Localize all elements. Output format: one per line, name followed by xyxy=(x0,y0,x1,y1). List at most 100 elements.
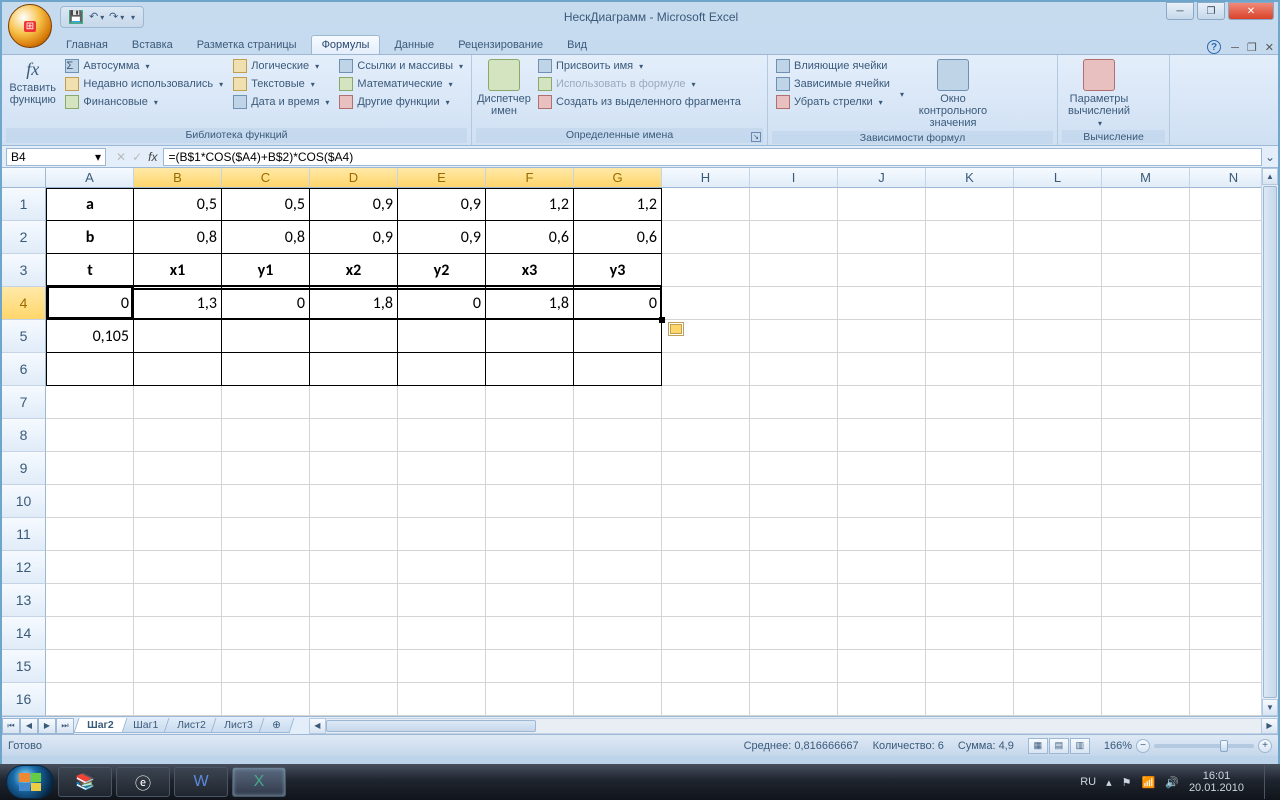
row-header[interactable]: 8 xyxy=(2,419,46,452)
cell[interactable] xyxy=(750,683,838,716)
cell[interactable] xyxy=(486,452,574,485)
cell[interactable] xyxy=(926,650,1014,683)
name-box[interactable]: B4▾ xyxy=(6,148,106,166)
col-header[interactable]: B xyxy=(134,168,222,188)
row-header[interactable]: 5 xyxy=(2,320,46,353)
row-header[interactable]: 13 xyxy=(2,584,46,617)
cell[interactable] xyxy=(926,353,1014,386)
enter-formula-icon[interactable]: ✓ xyxy=(132,150,142,164)
col-header[interactable]: K xyxy=(926,168,1014,188)
cell[interactable]: 0,9 xyxy=(398,188,486,221)
taskbar-ie-icon[interactable]: ⓔ xyxy=(116,767,170,797)
cell[interactable]: 1,2 xyxy=(574,188,662,221)
cell[interactable] xyxy=(398,518,486,551)
cell[interactable] xyxy=(926,188,1014,221)
math-button[interactable]: Математические xyxy=(335,75,467,93)
cell[interactable] xyxy=(750,287,838,320)
cell[interactable] xyxy=(750,452,838,485)
cell[interactable] xyxy=(926,584,1014,617)
sheet-tab-shag2[interactable]: Шаг2 xyxy=(74,718,127,733)
cell[interactable] xyxy=(1014,287,1102,320)
cell[interactable]: 0 xyxy=(46,287,134,320)
row-header[interactable]: 12 xyxy=(2,551,46,584)
use-in-formula-button[interactable]: Использовать в формуле xyxy=(534,75,745,93)
cell[interactable] xyxy=(662,683,750,716)
row-header[interactable]: 7 xyxy=(2,386,46,419)
cell[interactable]: x3 xyxy=(486,254,574,287)
cell[interactable] xyxy=(926,386,1014,419)
cell[interactable] xyxy=(310,551,398,584)
cell[interactable] xyxy=(926,617,1014,650)
cell[interactable]: 1,8 xyxy=(310,287,398,320)
cancel-formula-icon[interactable]: ✕ xyxy=(116,150,126,164)
help-icon[interactable]: ? xyxy=(1207,40,1221,54)
cell[interactable] xyxy=(838,221,926,254)
cell[interactable]: y3 xyxy=(574,254,662,287)
save-icon[interactable]: 💾 xyxy=(69,10,83,24)
row-header[interactable]: 1 xyxy=(2,188,46,221)
cell[interactable]: 0,105 xyxy=(46,320,134,353)
cell[interactable] xyxy=(574,518,662,551)
row-header[interactable]: 14 xyxy=(2,617,46,650)
cell[interactable]: 0,5 xyxy=(222,188,310,221)
cell[interactable] xyxy=(486,320,574,353)
cell[interactable] xyxy=(46,683,134,716)
cell[interactable] xyxy=(486,353,574,386)
col-header[interactable]: A xyxy=(46,168,134,188)
cell[interactable]: 0,9 xyxy=(310,188,398,221)
cell[interactable]: 1,8 xyxy=(486,287,574,320)
cell[interactable] xyxy=(1102,287,1190,320)
cell[interactable] xyxy=(1014,419,1102,452)
cell[interactable] xyxy=(662,188,750,221)
cell[interactable] xyxy=(486,386,574,419)
show-desktop-button[interactable] xyxy=(1264,765,1274,799)
new-sheet-tab-icon[interactable]: ⊕ xyxy=(259,718,295,733)
cell[interactable] xyxy=(1014,221,1102,254)
autosum-button[interactable]: ΣАвтосумма xyxy=(61,57,227,75)
scroll-right-icon[interactable]: ▶ xyxy=(1261,718,1278,734)
cell[interactable] xyxy=(662,650,750,683)
cell[interactable] xyxy=(310,584,398,617)
cell[interactable] xyxy=(1102,353,1190,386)
cell[interactable] xyxy=(574,452,662,485)
cell[interactable]: 0,6 xyxy=(574,221,662,254)
zoom-level[interactable]: 166% xyxy=(1104,740,1132,752)
tab-nav-prev-icon[interactable]: ◀ xyxy=(20,718,38,734)
zoom-slider[interactable] xyxy=(1154,744,1254,748)
cell[interactable] xyxy=(46,551,134,584)
cell[interactable] xyxy=(46,353,134,386)
defined-names-launcher-icon[interactable]: ↘ xyxy=(751,132,761,142)
col-header[interactable]: I xyxy=(750,168,838,188)
fx-icon[interactable]: fx xyxy=(148,150,157,164)
cell[interactable]: 0,9 xyxy=(398,221,486,254)
cell[interactable] xyxy=(486,485,574,518)
cell[interactable] xyxy=(926,452,1014,485)
more-functions-button[interactable]: Другие функции xyxy=(335,93,467,111)
cell[interactable] xyxy=(46,518,134,551)
col-header[interactable]: D xyxy=(310,168,398,188)
cell[interactable] xyxy=(310,518,398,551)
col-header[interactable]: C xyxy=(222,168,310,188)
cell[interactable] xyxy=(222,584,310,617)
taskbar-excel-icon[interactable]: X xyxy=(232,767,286,797)
financial-button[interactable]: Финансовые xyxy=(61,93,227,111)
cell[interactable] xyxy=(1102,386,1190,419)
cell[interactable] xyxy=(838,386,926,419)
cell[interactable] xyxy=(1102,551,1190,584)
cell[interactable] xyxy=(838,551,926,584)
cell[interactable] xyxy=(662,584,750,617)
cell[interactable] xyxy=(662,419,750,452)
view-normal-icon[interactable]: ▦ xyxy=(1028,738,1048,754)
cell[interactable] xyxy=(750,221,838,254)
cell[interactable] xyxy=(662,452,750,485)
cell[interactable] xyxy=(222,650,310,683)
cell[interactable] xyxy=(1102,254,1190,287)
cell[interactable] xyxy=(398,683,486,716)
cell[interactable] xyxy=(1014,650,1102,683)
cell[interactable] xyxy=(662,617,750,650)
cell[interactable] xyxy=(838,650,926,683)
cell[interactable] xyxy=(134,584,222,617)
doc-close-icon[interactable]: ✕ xyxy=(1265,41,1274,54)
cell[interactable] xyxy=(750,254,838,287)
cell[interactable] xyxy=(398,650,486,683)
